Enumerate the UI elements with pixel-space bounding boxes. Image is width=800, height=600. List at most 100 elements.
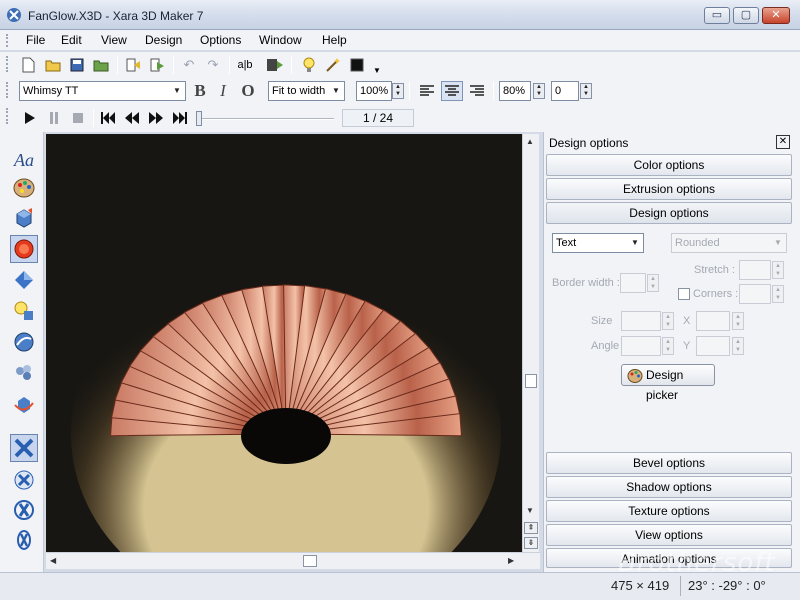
play-icon[interactable] [20, 108, 40, 128]
corners-checkbox[interactable] [678, 288, 690, 300]
y-label: Y [683, 340, 691, 352]
outline-button[interactable]: O [238, 81, 258, 101]
rotation-icon[interactable] [10, 390, 38, 418]
xara-x-swing-icon[interactable] [10, 496, 38, 524]
rotation-angles: 23° : -29° : 0° [688, 578, 766, 593]
wand-icon[interactable] [323, 55, 343, 75]
menu-view[interactable]: View [101, 33, 127, 47]
save-icon[interactable] [67, 55, 87, 75]
stop-icon[interactable] [68, 108, 88, 128]
align-left-button[interactable] [416, 81, 438, 101]
section-color-options[interactable]: Color options [546, 154, 792, 176]
toolbar-grip[interactable] [6, 56, 9, 72]
section-design-options[interactable]: Design options [546, 202, 792, 224]
stretch-label: Stretch : [694, 264, 735, 276]
page-up-icon[interactable]: ⇞ [524, 522, 538, 534]
maximize-button[interactable]: ▢ [733, 7, 759, 24]
align-center-button[interactable] [441, 81, 463, 101]
toolbar-grip[interactable] [6, 108, 9, 124]
italic-button[interactable]: I [213, 81, 233, 101]
menu-design[interactable]: Design [145, 33, 182, 47]
align-right-button[interactable] [466, 81, 488, 101]
line-spacing-field[interactable]: 0 [551, 81, 579, 101]
vertical-scroll-thumb[interactable] [525, 374, 537, 388]
last-frame-icon[interactable] [170, 108, 190, 128]
color-palette-icon[interactable] [10, 174, 38, 202]
menu-edit[interactable]: Edit [61, 33, 82, 47]
previous-frame-icon[interactable] [122, 108, 142, 128]
menu-file[interactable]: File [26, 33, 45, 47]
align-right-icon [470, 85, 484, 96]
play-preview-icon[interactable] [147, 55, 167, 75]
font-select[interactable]: Whimsy TT ▼ [19, 81, 186, 101]
zoom-mode-select[interactable]: Fit to width ▼ [268, 81, 345, 101]
menu-help[interactable]: Help [322, 33, 347, 47]
font-select-value: Whimsy TT [23, 85, 79, 97]
letter-spacing-field[interactable]: 80% [499, 81, 531, 101]
text-tool-icon[interactable]: Aa [10, 146, 38, 174]
minimize-icon: ▭ [711, 9, 723, 21]
design-type-select[interactable]: Text ▼ [552, 233, 644, 253]
bevel-icon[interactable] [10, 266, 38, 294]
light-bulb-icon[interactable] [299, 55, 319, 75]
section-texture-options[interactable]: Texture options [546, 500, 792, 522]
first-frame-icon[interactable] [98, 108, 118, 128]
xara-x-rotate-icon[interactable] [10, 526, 38, 554]
panel-close-icon[interactable]: ✕ [776, 135, 790, 149]
fan-hub [241, 408, 331, 464]
menu-options[interactable]: Options [200, 33, 241, 47]
separator [493, 82, 494, 100]
bold-button[interactable]: B [190, 81, 210, 101]
lighting-icon[interactable] [10, 297, 38, 325]
chevron-down-icon: ▼ [173, 86, 181, 95]
toolbar-grip[interactable] [6, 82, 9, 98]
scroll-right-icon[interactable]: ▶ [508, 556, 514, 565]
corners-spinner: ▲ ▼ [772, 285, 784, 303]
scroll-down-icon[interactable]: ▼ [526, 506, 534, 515]
close-button[interactable]: ✕ [762, 7, 790, 24]
section-extrusion-options[interactable]: Extrusion options [546, 178, 792, 200]
scroll-up-icon[interactable]: ▲ [526, 137, 534, 146]
new-file-icon[interactable] [18, 55, 38, 75]
section-bevel-options[interactable]: Bevel options [546, 452, 792, 474]
section-shadow-options[interactable]: Shadow options [546, 476, 792, 498]
horizontal-scrollbar[interactable]: ◀ ▶ [46, 552, 540, 569]
extrusion-icon[interactable] [10, 204, 38, 232]
section-view-options[interactable]: View options [546, 524, 792, 546]
horizontal-scroll-thumb[interactable] [303, 555, 317, 567]
size-spinner: ▲ ▼ [662, 312, 674, 330]
line-spacing-spinner[interactable]: ▲ ▼ [580, 83, 592, 99]
palette-icon [627, 369, 643, 383]
xara-x-spin-icon[interactable] [10, 466, 38, 494]
design-picker-button[interactable]: Design picker [621, 364, 715, 402]
zoom-percent-field[interactable]: 100% [356, 81, 392, 101]
page-down-icon[interactable]: ⇟ [524, 537, 538, 549]
undo-icon[interactable]: ↶ [179, 55, 199, 75]
next-frame-icon[interactable] [146, 108, 166, 128]
redo-icon[interactable]: ↷ [203, 55, 223, 75]
import-icon[interactable] [123, 55, 143, 75]
export-icon[interactable] [91, 55, 111, 75]
design-type-value: Text [556, 237, 577, 249]
letter-spacing-spinner[interactable]: ▲ ▼ [533, 83, 545, 99]
design-style-select: Rounded ▼ [671, 233, 787, 253]
zoom-spinner[interactable]: ▲ ▼ [392, 83, 404, 99]
shading-icon[interactable] [10, 328, 38, 356]
minimize-button[interactable]: ▭ [704, 7, 730, 24]
menu-window[interactable]: Window [259, 33, 302, 47]
design-options-icon[interactable] [10, 235, 38, 263]
frame-slider-thumb[interactable] [196, 111, 202, 126]
spellcheck-icon[interactable]: a|b [235, 55, 255, 75]
3d-canvas[interactable] [46, 134, 522, 552]
animation-icon[interactable] [265, 55, 285, 75]
pause-icon[interactable] [44, 108, 64, 128]
open-folder-icon[interactable] [43, 55, 63, 75]
background-color-icon[interactable] [347, 55, 367, 75]
chevron-down-icon[interactable]: ▼ [367, 60, 387, 80]
xara-x-tool-icon[interactable] [10, 434, 38, 462]
texture-icon[interactable] [10, 359, 38, 387]
vertical-scrollbar[interactable]: ▲ ▼ ⇞ ⇟ [522, 134, 539, 552]
scroll-left-icon[interactable]: ◀ [50, 556, 56, 565]
menu-grip[interactable] [6, 34, 9, 47]
frame-slider-track[interactable] [198, 118, 334, 120]
